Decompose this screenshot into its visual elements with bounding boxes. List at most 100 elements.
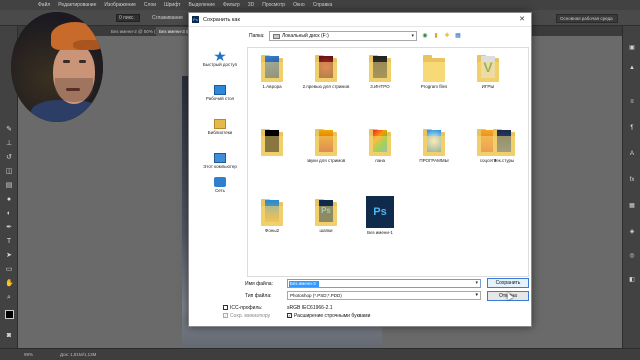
menu-3d[interactable]: 3D [248,2,254,8]
list-item[interactable]: 1.Аврора [248,54,296,89]
place-desktop[interactable]: Рабочий стол [195,85,245,101]
computer-icon [214,153,226,163]
thumbnail-checkbox[interactable]: ✓ [223,313,228,318]
menu-image[interactable]: Изображение [104,2,136,8]
swatches-panel-icon[interactable]: ▦ [628,202,636,210]
shape-tool-icon[interactable]: ▭ [5,266,13,274]
folder-icon [369,54,391,82]
folder-icon [315,128,337,156]
folder-select[interactable]: Локальный диск (F:) ▾ [269,31,417,41]
hand-tool-icon[interactable]: ✋ [5,280,14,288]
ps-menubar: Файл Редактирование Изображение Слои Шри… [0,0,640,10]
folder-icon [423,128,445,156]
right-panel-strip: ▣ ▲ ≡ ¶ A fx ▦ ◈ ◎ ◧ [622,26,640,348]
list-item[interactable]: 2.превью для стримов [302,54,350,89]
list-item[interactable]: Фоны2 [248,198,296,233]
pen-tool-icon[interactable]: ✒ [5,224,13,232]
list-item[interactable]: звуки для стримов [302,128,350,163]
eraser-tool-icon[interactable]: ◫ [5,168,13,176]
drive-icon [273,34,280,39]
lowercase-ext-checkbox[interactable]: ✓ [287,313,292,318]
view-menu-icon[interactable]: ▦ [454,32,462,40]
desktop-icon [214,85,226,95]
list-item[interactable]: Program files [410,54,458,89]
menu-type[interactable]: Шрифт [164,2,180,8]
dialog-titlebar: Ps Сохранить как ✕ [189,13,531,27]
antialias-checkbox-label[interactable]: Сглаживание [152,15,183,21]
filetype-label: Тип файла: [245,293,272,299]
feather-input[interactable]: 0 пикс. [116,14,140,22]
chevron-down-icon: ▾ [475,280,478,286]
place-libraries[interactable]: Библиотеки [195,119,245,135]
list-item[interactable]: V ИГРЫ [464,54,512,89]
path-select-icon[interactable]: ➤ [5,252,13,260]
folder-icon [315,54,337,82]
styles-panel-icon[interactable]: fx [628,176,636,184]
history-panel-icon[interactable]: ▣ [628,44,636,52]
quick-mask-icon[interactable]: ◙ [5,332,13,340]
list-item[interactable]: ПРОГРАММЫ [410,128,458,163]
list-item[interactable]: лана [356,128,404,163]
list-item[interactable]: Ps Без имени-1 [356,196,404,235]
list-item[interactable]: 3.ИНТРО [356,54,404,89]
lowercase-ext-label: Расширение строчными буквами [294,313,371,319]
folder-icon [423,54,445,82]
ps-folder-icon: Ps [315,198,337,226]
menu-window[interactable]: Окно [293,2,305,8]
filename-value: Без имени-3 [289,281,319,287]
save-button[interactable]: Сохранить [487,278,529,288]
blur-tool-icon[interactable]: ● [5,196,13,204]
menu-edit[interactable]: Редактирование [58,2,96,8]
menu-file[interactable]: Файл [38,2,50,8]
menu-layers[interactable]: Слои [144,2,156,8]
workspace-select[interactable]: Основная рабочая среда [556,14,618,23]
icc-label: ICC-профиль: [230,305,263,311]
folder-icon: V [477,54,499,82]
nav-icons: ◉ ▮ ✚ ▦ [421,32,462,40]
place-network[interactable]: Сеть [195,177,245,193]
psd-file-icon: Ps [366,196,394,228]
filetype-value: Photoshop (*.PSD;*.PDD) [290,293,342,298]
brush-tool-icon[interactable]: ✎ [5,126,13,134]
menu-select[interactable]: Выделение [189,2,216,8]
filename-input[interactable]: Без имени-3 ▾ [287,279,481,288]
chevron-down-icon: ▾ [475,292,478,298]
menu-view[interactable]: Просмотр [262,2,285,8]
webcam-overlay [11,12,103,122]
type-tool-icon[interactable]: T [5,238,13,246]
thumbnail-label: Сохр. миниатюру [230,313,271,319]
list-item[interactable]: Ps шапки [302,198,350,233]
zoom-tool-icon[interactable]: ⌕ [5,294,13,302]
properties-panel-icon[interactable]: ▲ [628,64,636,72]
channels-panel-icon[interactable]: ◈ [628,228,636,236]
paths-panel-icon[interactable]: ◎ [628,252,636,260]
history-brush-icon[interactable]: ↺ [5,154,13,162]
foreground-color-swatch[interactable] [5,310,14,319]
list-item[interactable] [248,128,296,158]
up-folder-icon[interactable]: ▮ [432,32,440,40]
paragraph-panel-icon[interactable]: ¶ [628,124,636,132]
folder-row: Папка: Локальный диск (F:) ▾ ◉ ▮ ✚ ▦ [189,31,531,43]
star-icon [214,51,226,61]
gradient-tool-icon[interactable]: ▤ [5,182,13,190]
stamp-tool-icon[interactable]: ⊥ [5,140,13,148]
layers-panel-icon[interactable]: ◧ [628,276,636,284]
adjust-panel-icon[interactable]: ≡ [628,98,636,106]
new-folder-icon[interactable]: ✚ [443,32,451,40]
zoom-readout: 99% [24,352,34,357]
back-icon[interactable]: ◉ [421,32,429,40]
close-icon[interactable]: ✕ [516,14,528,25]
character-panel-icon[interactable]: A [628,150,636,158]
filetype-select[interactable]: Photoshop (*.PSD;*.PDD) ▾ [287,291,481,300]
icc-checkbox[interactable] [223,305,228,310]
menu-filter[interactable]: Фильтр [223,2,240,8]
dodge-tool-icon[interactable]: ◐ [5,210,13,218]
list-item[interactable]: Тек.стуры [480,128,528,163]
place-quick-access[interactable]: Быстрый доступ [195,51,245,67]
file-list: 1.Аврора 2.превью для стримов 3.ИНТРО Pr… [247,47,529,277]
place-this-pc[interactable]: Этот компьютер [195,153,245,169]
menu-help[interactable]: Справка [313,2,333,8]
ps-logo-icon: Ps [192,16,199,23]
folder-icon [261,128,283,156]
places-sidebar: Быстрый доступ Рабочий стол Библиотеки Э… [195,47,245,207]
